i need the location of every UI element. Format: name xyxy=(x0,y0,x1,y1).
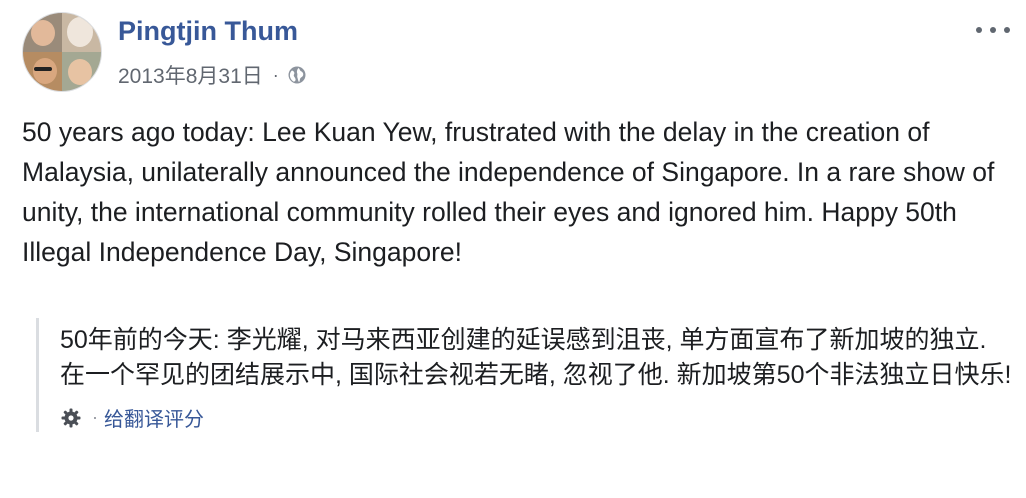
avatar-glasses xyxy=(34,67,52,71)
post-body: 50 years ago today: Lee Kuan Yew, frustr… xyxy=(22,112,1012,272)
post-body-text: 50 years ago today: Lee Kuan Yew, frustr… xyxy=(22,117,995,267)
more-dot xyxy=(990,27,996,33)
post-header: Pingtjin Thum 2013年8月31日 · xyxy=(22,12,1014,92)
more-options-icon[interactable] xyxy=(976,20,1010,40)
translation-rate-row: · 给翻译评分 xyxy=(60,403,1012,432)
rate-separator: · xyxy=(92,407,98,427)
post-meta: 2013年8月31日 · xyxy=(118,60,307,90)
avatar-face xyxy=(67,17,93,47)
avatar-face xyxy=(33,58,57,84)
more-dot xyxy=(1004,27,1010,33)
translation-block: 50年前的今天: 李光耀, 对马来西亚创建的延误感到沮丧, 单方面宣布了新加坡的… xyxy=(36,318,1012,432)
meta-separator: · xyxy=(272,64,279,85)
gear-icon[interactable] xyxy=(60,407,82,429)
avatar-face xyxy=(68,59,92,85)
translation-text: 50年前的今天: 李光耀, 对马来西亚创建的延误感到沮丧, 单方面宣布了新加坡的… xyxy=(60,326,1012,389)
rate-translation-link[interactable]: 给翻译评分 xyxy=(104,403,204,432)
author-name[interactable]: Pingtjin Thum xyxy=(118,16,298,47)
more-dot xyxy=(976,27,982,33)
post-timestamp[interactable]: 2013年8月31日 xyxy=(118,60,263,90)
avatar-face xyxy=(31,20,55,46)
globe-icon[interactable] xyxy=(287,65,307,85)
avatar[interactable] xyxy=(22,12,102,92)
